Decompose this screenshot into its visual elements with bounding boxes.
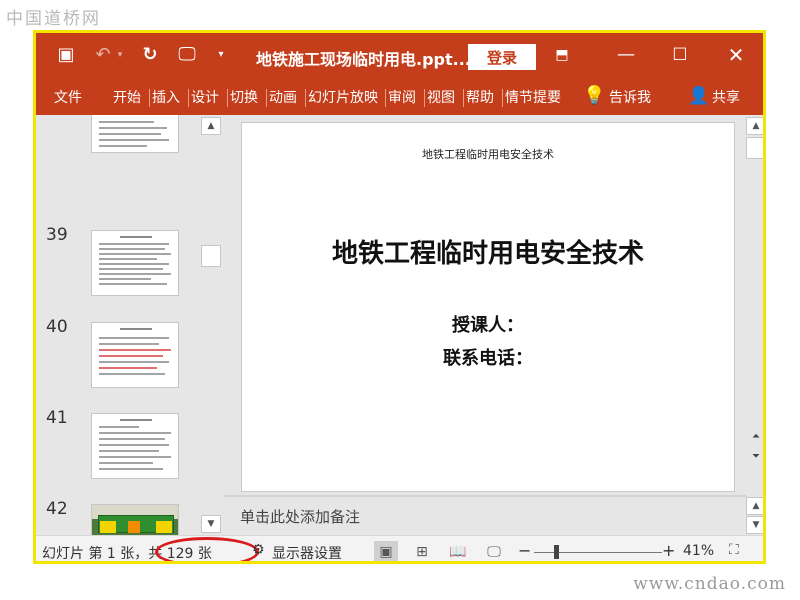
slide-scroll-up-icon[interactable]: ▲	[746, 117, 763, 135]
thumbnails-scroll-up-icon[interactable]: ▲	[201, 117, 221, 135]
slide-thumbnail-39[interactable]	[91, 230, 179, 296]
tab-insert[interactable]: 插入	[152, 87, 180, 107]
tab-separator	[463, 89, 464, 107]
ribbon-display-options-icon[interactable]: ⬒	[550, 43, 574, 67]
display-settings-button[interactable]: 显示器设置	[272, 543, 342, 561]
slide-thumbnail-41[interactable]	[91, 413, 179, 479]
slide-number-40: 40	[46, 317, 68, 337]
share-button[interactable]: 共享	[712, 87, 740, 107]
highlight-annotation-circle	[155, 537, 259, 561]
tab-separator	[227, 89, 228, 107]
tab-review[interactable]: 审阅	[388, 87, 416, 107]
slide-number-39: 39	[46, 225, 68, 245]
tab-storyboarding[interactable]: 情节提要	[505, 87, 561, 107]
save-icon[interactable]: ▣	[54, 43, 78, 67]
notes-scrollbar[interactable]: ▲ ▼	[746, 495, 763, 535]
slide-sorter-view-icon[interactable]: ⊞	[410, 541, 434, 561]
slide-number-41: 41	[46, 408, 68, 428]
current-slide[interactable]: 地铁工程临时用电安全技术 地铁工程临时用电安全技术 授课人： 联系电话：	[241, 122, 735, 492]
redo-icon[interactable]: ↻	[138, 43, 162, 67]
present-from-beginning-icon[interactable]: 🖵	[174, 43, 200, 67]
share-person-icon[interactable]: 👤	[688, 86, 709, 106]
powerpoint-window: ▣ ↶ ▾ ↻ 🖵 ▾ 地铁施工现场临时用电.ppt... 登录 ⬒ — ☐ ✕…	[33, 30, 766, 564]
slide-scroll-thumb[interactable]	[746, 137, 763, 159]
tab-separator	[188, 89, 189, 107]
slide-scrollbar[interactable]: ▲ ⏶ ⏷	[746, 115, 763, 495]
notes-pane[interactable]: 单击此处添加备注	[224, 495, 746, 535]
status-bar: 幻灯片 第 1 张，共 129 张 ⚙ 显示器设置 ▣ ⊞ 📖 🖵 − + 41…	[36, 535, 763, 561]
tell-me-search[interactable]: 告诉我	[609, 87, 651, 107]
slide-thumbnail-40[interactable]	[91, 322, 179, 388]
display-settings-icon[interactable]: ⚙	[252, 542, 270, 558]
maximize-icon[interactable]: ☐	[668, 43, 692, 67]
undo-dropdown-icon[interactable]: ▾	[115, 43, 125, 67]
slide-title[interactable]: 地铁工程临时用电安全技术	[242, 233, 734, 270]
slideshow-view-icon[interactable]: 🖵	[482, 541, 506, 561]
tab-slideshow[interactable]: 幻灯片放映	[308, 87, 378, 107]
thumbnails-scroll-down-icon[interactable]: ▼	[201, 515, 221, 533]
minimize-icon[interactable]: —	[614, 43, 638, 67]
watermark-bottom: www.cndao.com	[633, 574, 786, 594]
tab-animations[interactable]: 动画	[269, 87, 297, 107]
slide-number-42: 42	[46, 499, 68, 519]
watermark-top: 中国道桥网	[6, 9, 101, 29]
slide-thumbnail-42[interactable]	[91, 504, 179, 535]
tab-separator	[149, 89, 150, 107]
tab-separator	[305, 89, 306, 107]
thumbnails-scroll-thumb[interactable]	[201, 245, 221, 267]
previous-slide-icon[interactable]: ⏶	[746, 431, 763, 442]
tab-transitions[interactable]: 切换	[230, 87, 258, 107]
tab-design[interactable]: 设计	[191, 87, 219, 107]
tab-separator	[502, 89, 503, 107]
tab-separator	[385, 89, 386, 107]
notes-scroll-up-icon[interactable]: ▲	[746, 497, 763, 515]
tab-help[interactable]: 帮助	[466, 87, 494, 107]
zoom-level[interactable]: 41%	[683, 543, 714, 559]
login-button[interactable]: 登录	[468, 44, 536, 70]
zoom-in-icon[interactable]: +	[662, 541, 675, 560]
ribbon-tabs: 文件 开始 插入 设计 切换 动画 幻灯片放映 审阅 视图 帮助 情节提要 💡 …	[36, 81, 763, 115]
slide-thumbnails-pane: 38 39 40	[36, 115, 224, 535]
tab-view[interactable]: 视图	[427, 87, 455, 107]
document-title: 地铁施工现场临时用电.ppt...	[256, 50, 471, 69]
notes-placeholder[interactable]: 单击此处添加备注	[240, 506, 360, 527]
thumbnails-scrollbar[interactable]: ▲ ▼	[201, 115, 221, 535]
slide-editing-area: 地铁工程临时用电安全技术 地铁工程临时用电安全技术 授课人： 联系电话：	[224, 115, 746, 495]
title-bar: ▣ ↶ ▾ ↻ 🖵 ▾ 地铁施工现场临时用电.ppt... 登录 ⬒ — ☐ ✕	[36, 33, 763, 81]
close-icon[interactable]: ✕	[724, 43, 748, 67]
reading-view-icon[interactable]: 📖	[446, 541, 470, 561]
slide-presenter-label[interactable]: 授课人：	[242, 311, 734, 337]
slide-thumbnail-38[interactable]	[91, 115, 179, 153]
customize-quick-access-icon[interactable]: ▾	[214, 43, 228, 67]
tab-separator	[266, 89, 267, 107]
zoom-out-icon[interactable]: −	[518, 541, 531, 560]
normal-view-icon[interactable]: ▣	[374, 541, 398, 561]
tab-file[interactable]: 文件	[54, 87, 82, 107]
undo-icon[interactable]: ↶	[92, 43, 114, 67]
slide-number-38: 38	[46, 115, 68, 119]
tab-separator	[424, 89, 425, 107]
tab-home[interactable]: 开始	[113, 87, 141, 107]
zoom-slider-thumb[interactable]	[554, 545, 560, 559]
lightbulb-icon[interactable]: 💡	[583, 85, 605, 106]
notes-scroll-down-icon[interactable]: ▼	[746, 516, 763, 534]
slide-header-text[interactable]: 地铁工程临时用电安全技术	[242, 146, 734, 162]
fit-to-window-icon[interactable]: ⛶	[729, 542, 739, 558]
slide-phone-label[interactable]: 联系电话：	[242, 344, 734, 370]
next-slide-icon[interactable]: ⏷	[746, 451, 763, 462]
